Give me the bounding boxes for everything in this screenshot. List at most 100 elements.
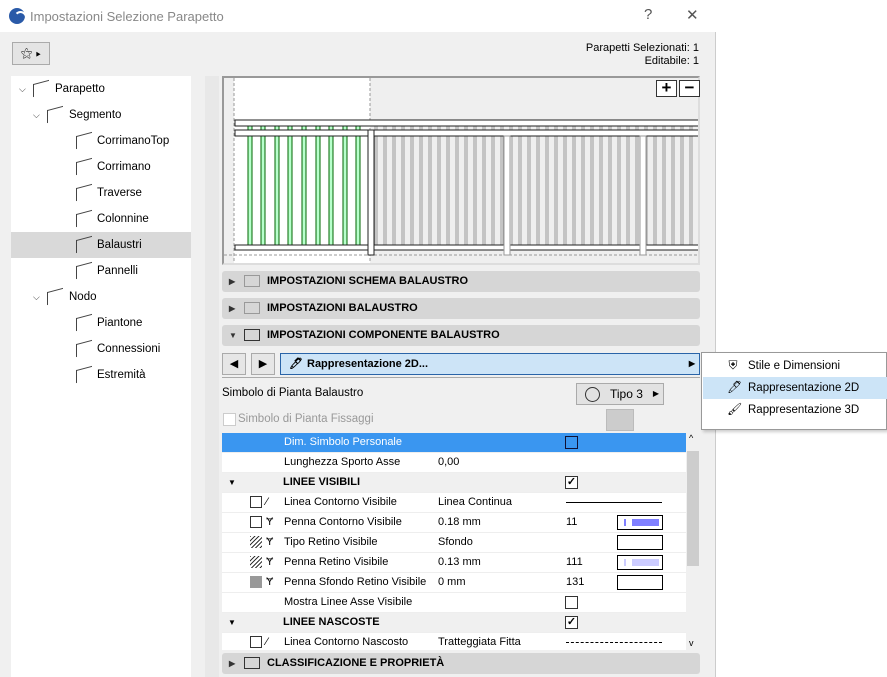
tree-item[interactable]: Traverse [11, 180, 191, 206]
collapse-arrow-icon: ▼ [229, 331, 237, 340]
visibility-toggle-icon[interactable] [250, 496, 262, 508]
tree-item[interactable]: Estremità [11, 362, 191, 388]
editable-count: Editabile: 1 [644, 55, 699, 67]
pen-color-swatch[interactable] [617, 515, 663, 530]
table-scrollbar[interactable]: ^ v [686, 433, 700, 650]
pen-color-swatch[interactable] [617, 535, 663, 550]
tree-item[interactable]: Pannelli [11, 258, 191, 284]
property-value[interactable]: 0.13 mm [438, 553, 481, 572]
expand-chevron-icon[interactable]: ⌵ [19, 76, 26, 102]
tree-item-label: Nodo [69, 291, 97, 303]
table-row[interactable]: Mostra Linee Asse Visibile [222, 593, 686, 613]
scroll-down-icon[interactable]: v [689, 638, 694, 648]
tree-item[interactable]: Connessioni [11, 336, 191, 362]
baluster [401, 125, 405, 249]
popup-item[interactable]: ⛨ Stile e Dimensioni [703, 355, 887, 377]
symbol-type-value: Tipo 3 [610, 387, 643, 401]
popup-item[interactable]: 🖊 Rappresentazione 2D [703, 377, 887, 399]
property-name: Dim. Simbolo Personale [284, 436, 402, 448]
baluster [392, 125, 396, 249]
tree-item[interactable]: ⌵ Parapetto [11, 76, 191, 102]
pen-number[interactable]: 11 [566, 513, 577, 532]
railing-component-icon [76, 157, 92, 176]
table-row[interactable]: Dim. Simbolo Personale [222, 433, 686, 453]
property-value[interactable]: 0 mm [438, 573, 466, 592]
favorites-button[interactable]: ⚝ ▸ [12, 42, 50, 65]
section-balaustro[interactable]: ▶ IMPOSTAZIONI BALAUSTRO [222, 298, 700, 319]
tree-item[interactable]: CorrimanoTop [11, 128, 191, 154]
help-button[interactable]: ? [644, 6, 652, 23]
selected-baluster [274, 125, 280, 249]
pen-number[interactable]: 131 [566, 573, 584, 592]
prev-page-button[interactable]: ◀ [222, 353, 246, 375]
table-row[interactable]: ⁄ Linea Contorno Visibile Linea Continua [222, 493, 686, 513]
table-row[interactable]: Lunghezza Sporto Asse 0,00 [222, 453, 686, 473]
scroll-up-icon[interactable]: ^ [689, 433, 693, 443]
baluster [518, 125, 522, 249]
property-checkbox[interactable]: ✓ [565, 476, 578, 489]
table-row[interactable]: Ɏ Penna Sfondo Retino Visibile 0 mm 131 [222, 573, 686, 593]
archicad-logo-icon [9, 8, 27, 24]
collapse-arrow-icon[interactable]: ▼ [228, 613, 236, 632]
railing-component-icon [76, 209, 92, 228]
close-button[interactable]: ✕ [686, 6, 699, 24]
visibility-toggle-icon[interactable] [250, 636, 262, 648]
property-value[interactable]: Sfondo [438, 533, 473, 552]
post [367, 129, 375, 256]
pen-icon: Ɏ [266, 516, 274, 528]
visibility-toggle-icon[interactable] [250, 516, 262, 528]
scrollbar-thumb[interactable] [687, 451, 699, 566]
expand-chevron-icon[interactable]: ⌵ [33, 102, 40, 128]
group-row[interactable]: ▼ LINEE VISIBILI ✓ [222, 473, 686, 493]
section-label: IMPOSTAZIONI BALAUSTRO [267, 302, 418, 314]
pen-color-swatch[interactable] [617, 555, 663, 570]
property-checkbox[interactable]: ✓ [565, 616, 578, 629]
tree-item[interactable]: Colonnine [11, 206, 191, 232]
baluster [491, 125, 495, 249]
fixings-label: Simbolo di Pianta Fissaggi [238, 413, 374, 425]
section-classificazione[interactable]: ▶ CLASSIFICAZIONE E PROPRIETÀ [222, 653, 700, 674]
property-value[interactable]: Linea Continua [438, 493, 512, 512]
tree-item[interactable]: ⌵ Segmento [11, 102, 191, 128]
section-componente-balaustro[interactable]: ▼ IMPOSTAZIONI COMPONENTE BALAUSTRO [222, 325, 700, 346]
zoom-out-button[interactable]: − [679, 79, 700, 97]
property-checkbox[interactable] [565, 436, 578, 449]
expand-chevron-icon[interactable]: ⌵ [33, 284, 40, 310]
popup-item[interactable]: 🖌 Rappresentazione 3D [703, 399, 887, 421]
splitter[interactable] [205, 76, 219, 677]
tree-item[interactable]: ⌵ Nodo [11, 284, 191, 310]
property-value[interactable]: Tratteggiata Fitta [438, 633, 521, 650]
pen-color-swatch[interactable] [617, 575, 663, 590]
property-value[interactable]: 0.18 mm [438, 513, 481, 532]
page-selector[interactable]: 🖊 Rappresentazione 2D... ▶ [280, 353, 700, 375]
pen-number[interactable]: 111 [566, 553, 583, 572]
table-row[interactable]: ⁄ Linea Contorno Nascosto Tratteggiata Fit… [222, 633, 686, 650]
visibility-toggle-icon[interactable] [250, 536, 262, 548]
table-row[interactable]: Ɏ Penna Contorno Visibile 0.18 mm 11 [222, 513, 686, 533]
symbol-type-selector[interactable]: Tipo 3 ▶ [576, 383, 664, 405]
railing-component-icon [33, 79, 49, 98]
tree-item[interactable]: Balaustri [11, 232, 191, 258]
tree-item[interactable]: Piantone [11, 310, 191, 336]
zoom-in-button[interactable]: + [656, 79, 677, 97]
favorites-star-icon: ⚝ ▸ [20, 46, 42, 60]
selected-baluster [260, 125, 266, 249]
visibility-toggle-icon[interactable] [250, 556, 262, 568]
table-row[interactable]: Ɏ Penna Retino Visibile 0.13 mm 111 [222, 553, 686, 573]
collapse-arrow-icon[interactable]: ▼ [228, 473, 236, 492]
baluster [446, 125, 450, 249]
group-row[interactable]: ▼ LINEE NASCOSTE ✓ [222, 613, 686, 633]
railing-preview[interactable]: + − [222, 76, 700, 265]
visibility-toggle-icon[interactable] [250, 576, 262, 588]
table-row[interactable]: Ɏ Tipo Retino Visibile Sfondo [222, 533, 686, 553]
property-checkbox[interactable] [565, 596, 578, 609]
next-page-button[interactable]: ▶ [251, 353, 275, 375]
fixings-checkbox[interactable] [223, 413, 236, 426]
tree-item-label: CorrimanoTop [97, 135, 170, 147]
component-tree: ⌵ Parapetto ⌵ Segmento CorrimanoTop Corrimano… [11, 76, 191, 677]
tree-item[interactable]: Corrimano [11, 154, 191, 180]
property-value[interactable]: 0,00 [438, 453, 459, 472]
dialog: Impostazioni Selezione Parapetto ? ✕ ⚝ ▸… [0, 0, 716, 677]
pen-icon: Ɏ [266, 576, 274, 588]
section-schema-balaustro[interactable]: ▶ IMPOSTAZIONI SCHEMA BALAUSTRO [222, 271, 700, 292]
